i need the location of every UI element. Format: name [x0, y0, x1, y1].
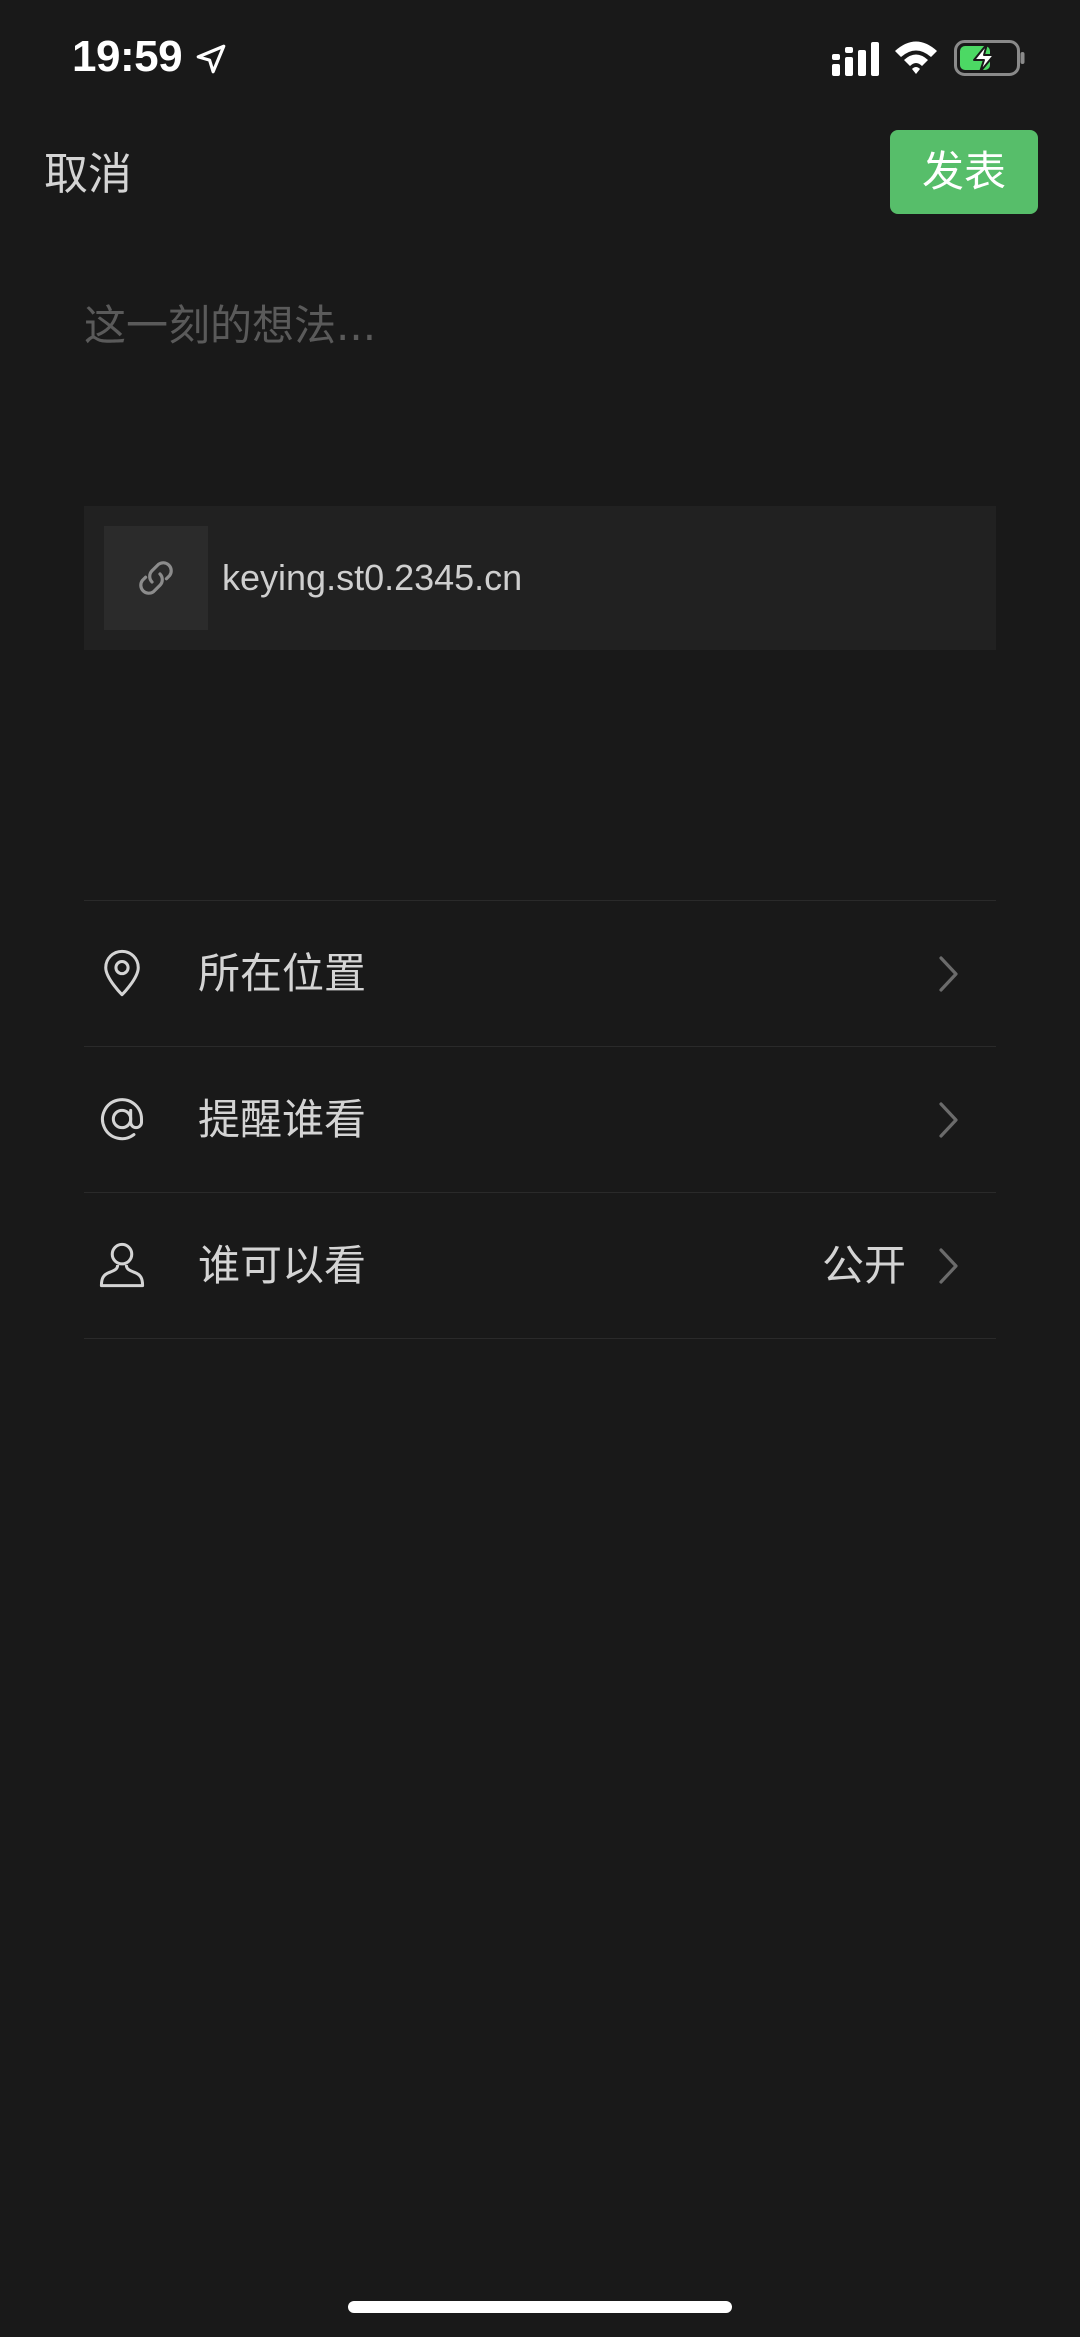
chevron-right-icon: [939, 956, 958, 992]
option-label: 提醒谁看: [198, 1095, 367, 1144]
options-list: 所在位置 提醒谁看 谁可以看 公开: [84, 900, 996, 1339]
link-url: keying.st0.2345.cn: [222, 557, 523, 598]
option-visibility[interactable]: 谁可以看 公开: [84, 1193, 996, 1338]
location-pin-icon: [104, 949, 140, 997]
option-label: 谁可以看: [198, 1241, 367, 1290]
publish-button[interactable]: 发表: [890, 130, 1038, 214]
cellular-signal-icon: [832, 42, 879, 76]
divider: [84, 1338, 996, 1339]
home-indicator[interactable]: [348, 2301, 732, 2313]
status-time: 19:59: [72, 32, 183, 81]
at-sign-icon: [100, 1098, 144, 1141]
link-thumbnail: [104, 526, 208, 630]
thought-input[interactable]: [84, 296, 994, 456]
cancel-button[interactable]: 取消: [44, 148, 132, 202]
link-card[interactable]: keying.st0.2345.cn: [84, 506, 996, 650]
status-bar: 19:59: [0, 0, 1080, 120]
wifi-icon: [895, 41, 937, 74]
option-location[interactable]: 所在位置: [84, 901, 996, 1046]
chevron-right-icon: [939, 1102, 958, 1138]
chevron-right-icon: [939, 1248, 958, 1284]
option-mention[interactable]: 提醒谁看: [84, 1047, 996, 1192]
location-arrow-icon: [196, 44, 226, 74]
option-label: 所在位置: [198, 949, 367, 998]
link-icon: [139, 561, 173, 595]
person-icon: [99, 1242, 145, 1288]
battery-charging-icon: [954, 40, 1025, 76]
option-value: 公开: [821, 1241, 906, 1290]
